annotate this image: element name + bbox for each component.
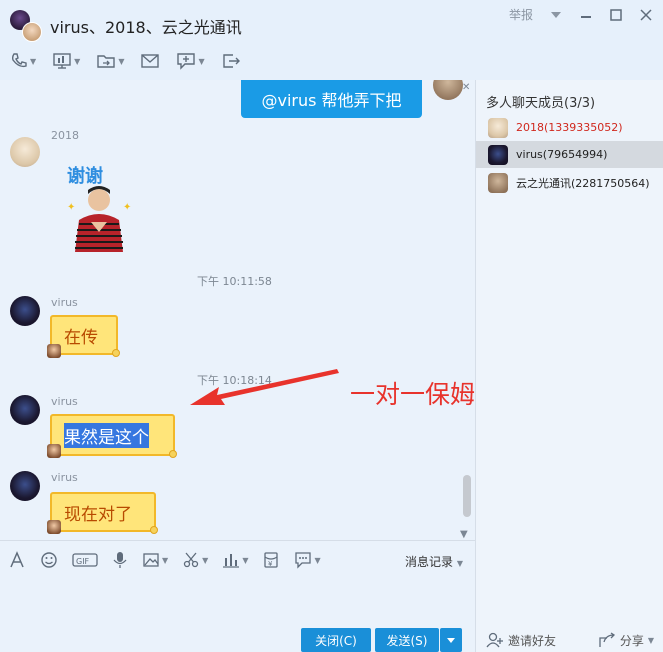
message-text: 在传 bbox=[64, 327, 98, 348]
svg-text:✦: ✦ bbox=[123, 202, 131, 213]
bar-chart-icon bbox=[223, 554, 240, 568]
sender-name: 2018 bbox=[51, 129, 79, 142]
screen-share-icon bbox=[53, 53, 71, 69]
avatar bbox=[488, 117, 508, 138]
emoji-icon[interactable] bbox=[40, 551, 58, 569]
mention-bubble: @virus 帮他弄下把 bbox=[241, 80, 422, 118]
gif-icon[interactable]: GIF bbox=[72, 551, 98, 569]
sender-name: virus bbox=[51, 395, 78, 408]
avatar[interactable] bbox=[10, 137, 40, 167]
message-text: 现在对了 bbox=[64, 504, 132, 525]
screenshot-button[interactable]: ▼ bbox=[182, 551, 208, 569]
phone-icon bbox=[11, 53, 27, 68]
chevron-down-icon bbox=[447, 637, 455, 643]
share-label: 分享 bbox=[619, 633, 644, 648]
message-text: 果然是这个 bbox=[64, 422, 149, 448]
report-button[interactable]: 举报 bbox=[509, 6, 533, 23]
red-packet-icon[interactable]: ¥ bbox=[262, 551, 280, 569]
scissors-icon bbox=[184, 552, 199, 568]
chat-title: virus、2018、云之光通讯 bbox=[50, 18, 242, 37]
message-input-area[interactable]: GIF ▼ ▼ ▼ ¥ ▼ 消息记录 ▼ 关闭(C) 发送(S) bbox=[0, 540, 475, 652]
message-bubble[interactable]: 果然是这个 bbox=[50, 414, 177, 458]
folder-icon bbox=[97, 55, 116, 68]
collapse-icon[interactable]: ✕ bbox=[462, 82, 470, 93]
font-icon[interactable] bbox=[8, 551, 26, 569]
sender-name: virus bbox=[51, 296, 78, 309]
member-name: 云之光通讯(2281750564) bbox=[516, 176, 650, 190]
avatar bbox=[488, 144, 508, 165]
scroll-down-icon[interactable]: ▼ bbox=[460, 529, 468, 540]
bubble-avatar-icon bbox=[47, 444, 61, 458]
chat-more-icon bbox=[295, 552, 312, 569]
member-sidebar: 多人聊天成员(3/3) 2018(1339335052) virus(79654… bbox=[475, 80, 663, 652]
avatar bbox=[22, 22, 42, 42]
send-button[interactable]: 发送(S) bbox=[375, 628, 439, 652]
bubble-avatar-icon bbox=[47, 344, 61, 358]
message-history-button[interactable]: 消息记录 ▼ bbox=[405, 553, 463, 570]
sticker-text: 谢谢 bbox=[67, 165, 103, 187]
share-icon bbox=[599, 632, 615, 647]
member-item[interactable]: virus(79654994) bbox=[476, 141, 663, 168]
member-name: 2018(1339335052) bbox=[516, 121, 623, 134]
invite-friends-button[interactable]: 邀请好友 bbox=[486, 632, 556, 649]
invite-label: 邀请好友 bbox=[508, 633, 557, 648]
share-button[interactable]: 分享 ▼ bbox=[598, 632, 654, 649]
sender-name: virus bbox=[51, 471, 78, 484]
member-name: virus(79654994) bbox=[516, 148, 608, 161]
annotation-arrow-icon bbox=[190, 369, 339, 405]
member-item[interactable]: 云之光通讯(2281750564) bbox=[476, 169, 663, 196]
group-avatar[interactable] bbox=[10, 10, 42, 42]
chat-toolbar: ▼ ▼ ▼ ▼ bbox=[10, 50, 241, 72]
mail-icon bbox=[141, 54, 160, 68]
add-friend-icon bbox=[486, 632, 503, 648]
avatar[interactable] bbox=[433, 80, 463, 100]
screen-share-button[interactable]: ▼ bbox=[52, 50, 80, 72]
title-bar: virus、2018、云之光通讯 举报 ▼ ▼ ▼ ▼ bbox=[0, 0, 663, 80]
member-item[interactable]: 2018(1339335052) bbox=[476, 114, 663, 141]
file-transfer-button[interactable]: ▼ bbox=[96, 50, 124, 72]
avatar bbox=[488, 172, 508, 193]
vote-button[interactable]: ▼ bbox=[222, 551, 248, 569]
exit-icon bbox=[222, 54, 240, 68]
input-toolbar: GIF ▼ ▼ ▼ ¥ ▼ bbox=[8, 551, 321, 569]
send-options-button[interactable] bbox=[440, 628, 462, 652]
mail-button[interactable] bbox=[140, 50, 160, 72]
image-button[interactable]: ▼ bbox=[142, 551, 168, 569]
avatar[interactable] bbox=[10, 395, 40, 425]
window-controls: 举报 bbox=[509, 6, 653, 23]
svg-text:¥: ¥ bbox=[268, 560, 273, 568]
microphone-icon[interactable] bbox=[112, 551, 128, 569]
add-app-icon bbox=[177, 53, 196, 70]
chat-messages: @virus 帮他弄下把 ✕ 2018 谢谢 ✦ ✦ 下午 10:11:58 v… bbox=[0, 80, 475, 540]
avatar[interactable] bbox=[10, 471, 40, 501]
sticker-image[interactable]: 谢谢 ✦ ✦ bbox=[55, 160, 145, 252]
close-button[interactable]: 关闭(C) bbox=[301, 628, 371, 652]
history-label: 消息记录 bbox=[405, 555, 454, 569]
sidebar-footer: 邀请好友 分享 ▼ bbox=[476, 628, 663, 652]
timestamp: 下午 10:11:58 bbox=[197, 275, 272, 288]
message-bubble[interactable]: 现在对了 bbox=[50, 492, 158, 534]
voice-call-button[interactable]: ▼ bbox=[10, 50, 36, 72]
svg-text:✦: ✦ bbox=[67, 202, 75, 213]
member-list-title: 多人聊天成员(3/3) bbox=[486, 96, 596, 111]
scrollbar[interactable] bbox=[463, 475, 471, 517]
exit-group-button[interactable] bbox=[221, 50, 241, 72]
maximize-icon[interactable] bbox=[609, 8, 623, 22]
minimize-icon[interactable] bbox=[579, 8, 593, 22]
more-tools-button[interactable]: ▼ bbox=[294, 551, 321, 569]
image-icon bbox=[143, 553, 159, 567]
svg-text:GIF: GIF bbox=[76, 557, 90, 566]
bubble-avatar-icon bbox=[47, 520, 61, 534]
avatar[interactable] bbox=[10, 296, 40, 326]
app-button[interactable]: ▼ bbox=[176, 50, 205, 72]
dropdown-icon[interactable] bbox=[549, 8, 563, 22]
close-icon[interactable] bbox=[639, 8, 653, 22]
